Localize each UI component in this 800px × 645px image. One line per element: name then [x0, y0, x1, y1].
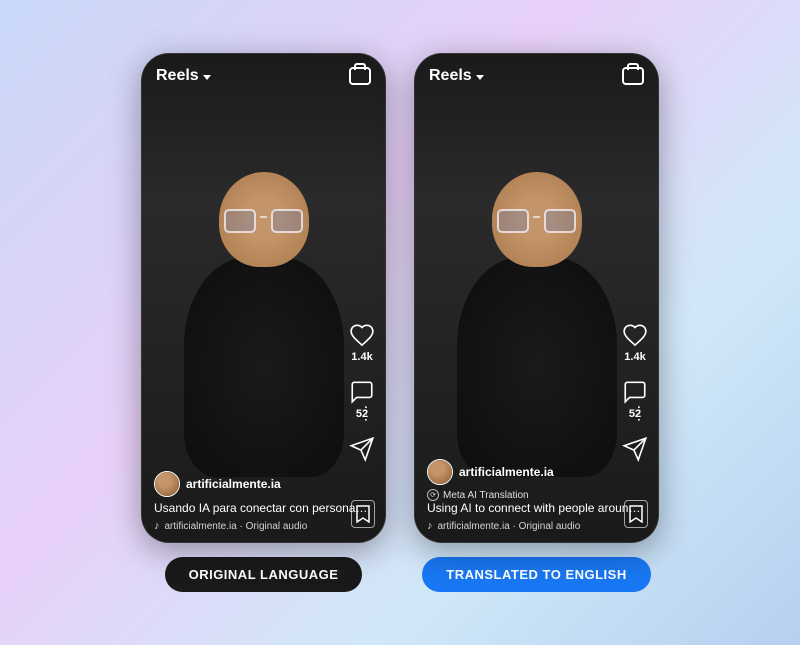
heart-icon-left — [349, 322, 375, 348]
reels-label-left: Reels — [156, 67, 199, 85]
music-icon-right: ♪ — [427, 520, 433, 532]
main-container: Reels 1.4k 52 — [141, 53, 659, 592]
username-right: artificialmente.ia — [459, 465, 554, 479]
more-options-icon-right[interactable]: ··· — [631, 405, 647, 424]
original-phone: Reels 1.4k 52 — [141, 53, 386, 543]
like-count-right: 1.4k — [624, 351, 645, 363]
audio-text-right: artificialmente.ia · Original audio — [438, 521, 581, 532]
translation-badge: ⟳ Meta AI Translation — [427, 489, 646, 501]
top-bar-right: Reels — [415, 54, 658, 98]
comment-icon-left — [349, 379, 375, 405]
avatar-image-left — [155, 472, 179, 496]
share-icon-left — [349, 436, 375, 462]
reels-title-left: Reels — [156, 67, 211, 85]
user-avatar-right — [427, 459, 453, 485]
chevron-down-icon-right — [476, 75, 484, 80]
reels-title-right: Reels — [429, 67, 484, 85]
original-label: ORIGINAL LANGUAGE — [165, 557, 363, 592]
caption-left: Usando IA para conectar con personas de … — [154, 501, 373, 515]
video-background — [142, 54, 385, 542]
reels-label-right: Reels — [429, 67, 472, 85]
translated-phone-wrapper: Reels 1.4k 52 — [414, 53, 659, 592]
chevron-down-icon — [203, 75, 211, 80]
camera-icon-left[interactable] — [349, 67, 371, 85]
glasses-bridge-right — [533, 216, 540, 218]
top-bar-left: Reels — [142, 54, 385, 98]
person-silhouette-right — [447, 172, 627, 482]
glasses-bridge — [260, 216, 267, 218]
audio-left: ♪ artificialmente.ia · Original audio — [154, 520, 373, 532]
phone-bottom-left: artificialmente.ia Usando IA para conect… — [142, 471, 385, 532]
glasses — [224, 210, 304, 232]
user-avatar-left — [154, 471, 180, 497]
share-group-left[interactable] — [349, 436, 375, 462]
person-body-right — [457, 257, 617, 477]
more-options-icon-left[interactable]: ··· — [358, 405, 374, 424]
translated-phone: Reels 1.4k 52 — [414, 53, 659, 543]
user-row-left: artificialmente.ia — [154, 471, 373, 497]
phone-bottom-right: artificialmente.ia ⟳ Meta AI Translation… — [415, 459, 658, 532]
glasses-right — [497, 210, 577, 232]
username-left: artificialmente.ia — [186, 477, 281, 491]
avatar-image-right — [428, 460, 452, 484]
like-group-left[interactable]: 1.4k — [349, 322, 375, 363]
sidebar-icons-right: 1.4k 52 — [622, 322, 648, 462]
person-head-right — [492, 172, 582, 267]
translation-badge-text: Meta AI Translation — [443, 490, 529, 501]
user-row-right: artificialmente.ia — [427, 459, 646, 485]
person-silhouette — [174, 172, 354, 482]
sidebar-icons-left: 1.4k 52 — [349, 322, 375, 462]
heart-icon-right — [622, 322, 648, 348]
caption-right: Using AI to connect with people around .… — [427, 501, 646, 515]
comment-icon-right — [622, 379, 648, 405]
audio-text-left: artificialmente.ia · Original audio — [165, 521, 308, 532]
person-head — [219, 172, 309, 267]
original-phone-wrapper: Reels 1.4k 52 — [141, 53, 386, 592]
translated-label: TRANSLATED TO ENGLISH — [422, 557, 650, 592]
person-body — [184, 257, 344, 477]
like-group-right[interactable]: 1.4k — [622, 322, 648, 363]
like-count-left: 1.4k — [351, 351, 372, 363]
meta-logo-icon: ⟳ — [427, 489, 439, 501]
music-icon-left: ♪ — [154, 520, 160, 532]
camera-icon-right[interactable] — [622, 67, 644, 85]
audio-right: ♪ artificialmente.ia · Original audio — [427, 520, 646, 532]
